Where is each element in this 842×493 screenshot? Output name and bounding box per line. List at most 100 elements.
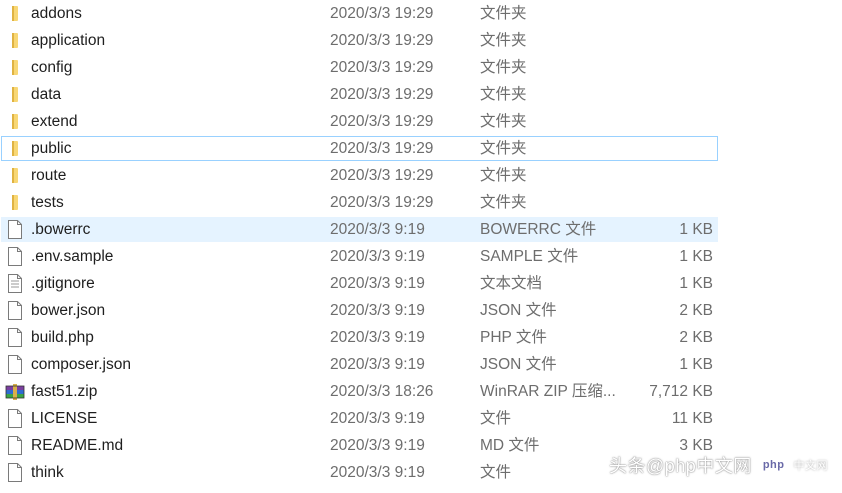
file-row[interactable]: config 2020/3/3 19:29 文件夹 bbox=[0, 54, 842, 81]
file-date-modified: 2020/3/3 19:29 bbox=[330, 113, 434, 130]
file-size: 2 KB bbox=[679, 329, 713, 346]
file-date-modified: 2020/3/3 19:29 bbox=[330, 167, 434, 184]
file-name: addons bbox=[31, 5, 82, 22]
folder-icon bbox=[7, 31, 23, 50]
file-name: README.md bbox=[31, 437, 124, 454]
file-name: public bbox=[31, 140, 72, 157]
watermark-text: 头条@php中文网 bbox=[609, 456, 752, 476]
file-type: PHP 文件 bbox=[480, 329, 547, 346]
file-date-modified: 2020/3/3 9:19 bbox=[330, 464, 425, 481]
file-name: .bowerrc bbox=[31, 221, 91, 238]
file-type: JSON 文件 bbox=[480, 356, 557, 373]
file-icon bbox=[7, 247, 23, 266]
folder-icon bbox=[7, 58, 23, 77]
file-type: 文件夹 bbox=[480, 32, 527, 49]
file-type: 文件夹 bbox=[480, 5, 527, 22]
file-size: 1 KB bbox=[679, 275, 713, 292]
file-row[interactable]: tests 2020/3/3 19:29 文件夹 bbox=[0, 189, 842, 216]
file-row[interactable]: application 2020/3/3 19:29 文件夹 bbox=[0, 27, 842, 54]
file-row[interactable]: addons 2020/3/3 19:29 文件夹 bbox=[0, 0, 842, 27]
file-type: MD 文件 bbox=[480, 437, 540, 454]
file-icon bbox=[7, 463, 23, 482]
file-size: 11 KB bbox=[671, 410, 713, 427]
file-type: WinRAR ZIP 压缩... bbox=[480, 383, 616, 400]
folder-icon bbox=[7, 139, 23, 158]
file-size: 2 KB bbox=[679, 302, 713, 319]
file-size: 1 KB bbox=[679, 356, 713, 373]
file-name: .env.sample bbox=[31, 248, 114, 265]
file-icon bbox=[7, 355, 23, 374]
file-type: BOWERRC 文件 bbox=[480, 221, 597, 238]
file-name: application bbox=[31, 32, 106, 49]
watermark: 头条@php中文网 php 中文网 bbox=[609, 451, 828, 479]
file-date-modified: 2020/3/3 19:29 bbox=[330, 86, 434, 103]
file-name: fast51.zip bbox=[31, 383, 98, 400]
watermark-small-text: 中文网 bbox=[793, 460, 828, 472]
file-name: composer.json bbox=[31, 356, 131, 373]
file-name: build.php bbox=[31, 329, 94, 346]
file-type: 文件夹 bbox=[480, 86, 527, 103]
file-row[interactable]: public 2020/3/3 19:29 文件夹 bbox=[0, 135, 842, 162]
file-date-modified: 2020/3/3 19:29 bbox=[330, 32, 434, 49]
file-icon bbox=[7, 220, 23, 239]
file-size: 7,712 KB bbox=[649, 383, 713, 400]
file-date-modified: 2020/3/3 19:29 bbox=[330, 5, 434, 22]
file-row[interactable]: extend 2020/3/3 19:29 文件夹 bbox=[0, 108, 842, 135]
file-date-modified: 2020/3/3 18:26 bbox=[330, 383, 434, 400]
winrar-archive-icon bbox=[5, 382, 25, 401]
file-name: config bbox=[31, 59, 73, 76]
file-row[interactable]: .gitignore 2020/3/3 9:19 文本文档 1 KB bbox=[0, 270, 842, 297]
file-row[interactable]: .env.sample 2020/3/3 9:19 SAMPLE 文件 1 KB bbox=[0, 243, 842, 270]
file-type: JSON 文件 bbox=[480, 302, 557, 319]
file-name: LICENSE bbox=[31, 410, 98, 427]
file-type: 文件夹 bbox=[480, 167, 527, 184]
file-icon bbox=[7, 301, 23, 320]
file-name: bower.json bbox=[31, 302, 106, 319]
file-date-modified: 2020/3/3 19:29 bbox=[330, 59, 434, 76]
folder-icon bbox=[7, 112, 23, 131]
file-type: 文件夹 bbox=[480, 113, 527, 130]
file-name: think bbox=[31, 464, 64, 481]
file-row[interactable]: LICENSE 2020/3/3 9:19 文件 11 KB bbox=[0, 405, 842, 432]
file-row[interactable]: route 2020/3/3 19:29 文件夹 bbox=[0, 162, 842, 189]
file-icon bbox=[7, 409, 23, 428]
file-name: data bbox=[31, 86, 62, 103]
file-row[interactable]: .bowerrc 2020/3/3 9:19 BOWERRC 文件 1 KB bbox=[0, 216, 842, 243]
file-list: addons 2020/3/3 19:29 文件夹 application 2020/3… bbox=[0, 0, 842, 486]
file-type: 文件夹 bbox=[480, 194, 527, 211]
file-row[interactable]: build.php 2020/3/3 9:19 PHP 文件 2 KB bbox=[0, 324, 842, 351]
file-row[interactable]: data 2020/3/3 19:29 文件夹 bbox=[0, 81, 842, 108]
folder-icon bbox=[7, 193, 23, 212]
file-type: 文件夹 bbox=[480, 59, 527, 76]
file-date-modified: 2020/3/3 9:19 bbox=[330, 410, 425, 427]
text-document-icon bbox=[7, 274, 23, 293]
file-type: 文本文档 bbox=[480, 275, 543, 292]
file-icon bbox=[7, 436, 23, 455]
file-date-modified: 2020/3/3 9:19 bbox=[330, 221, 425, 238]
folder-icon bbox=[7, 4, 23, 23]
folder-icon bbox=[7, 85, 23, 104]
watermark-logo: php bbox=[757, 458, 790, 472]
file-row[interactable]: bower.json 2020/3/3 9:19 JSON 文件 2 KB bbox=[0, 297, 842, 324]
folder-icon bbox=[7, 166, 23, 185]
file-date-modified: 2020/3/3 9:19 bbox=[330, 437, 425, 454]
file-type: SAMPLE 文件 bbox=[480, 248, 579, 265]
file-date-modified: 2020/3/3 19:29 bbox=[330, 194, 434, 211]
file-size: 1 KB bbox=[679, 221, 713, 238]
file-type: 文件 bbox=[480, 410, 512, 427]
file-date-modified: 2020/3/3 9:19 bbox=[330, 356, 425, 373]
file-date-modified: 2020/3/3 9:19 bbox=[330, 302, 425, 319]
file-date-modified: 2020/3/3 9:19 bbox=[330, 275, 425, 292]
file-date-modified: 2020/3/3 9:19 bbox=[330, 329, 425, 346]
file-date-modified: 2020/3/3 9:19 bbox=[330, 248, 425, 265]
file-name: extend bbox=[31, 113, 78, 130]
file-size: 1 KB bbox=[679, 248, 713, 265]
file-name: .gitignore bbox=[31, 275, 95, 292]
file-icon bbox=[7, 328, 23, 347]
file-type: 文件夹 bbox=[480, 140, 527, 157]
file-row[interactable]: fast51.zip 2020/3/3 18:26 WinRAR ZIP 压缩...… bbox=[0, 378, 842, 405]
file-type: 文件 bbox=[480, 464, 512, 481]
file-row[interactable]: composer.json 2020/3/3 9:19 JSON 文件 1 KB bbox=[0, 351, 842, 378]
file-name: tests bbox=[31, 194, 64, 211]
file-date-modified: 2020/3/3 19:29 bbox=[330, 140, 434, 157]
